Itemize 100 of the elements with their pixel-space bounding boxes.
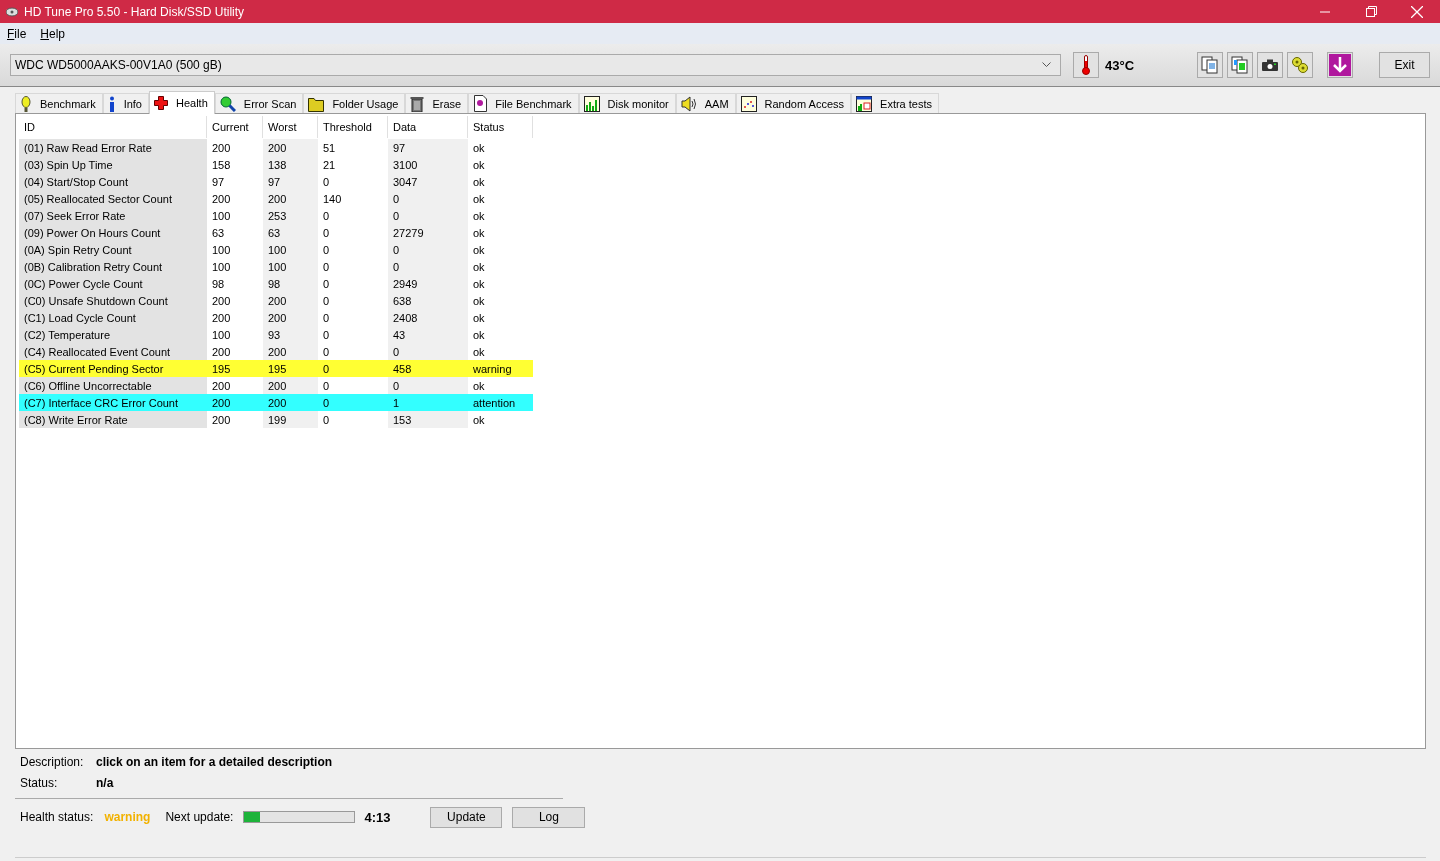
table-cell: (0A) Spin Retry Count — [19, 241, 207, 258]
table-cell: 98 — [263, 275, 318, 292]
table-cell: (C6) Offline Uncorrectable — [19, 377, 207, 394]
table-cell-text: 458 — [392, 361, 413, 377]
table-cell: 63 — [263, 224, 318, 241]
table-cell: 0 — [388, 241, 468, 258]
window-title: HD Tune Pro 5.50 - Hard Disk/SSD Utility — [24, 4, 246, 19]
thermometer-button[interactable] — [1073, 52, 1099, 78]
table-cell-text: 195 — [267, 361, 288, 377]
cross-icon — [154, 96, 168, 110]
camera-icon — [1262, 59, 1278, 71]
table-cell-text: 195 — [211, 361, 232, 377]
table-cell: (01) Raw Read Error Rate — [19, 139, 207, 156]
menu-item[interactable]: Help — [40, 26, 66, 41]
log-button[interactable]: Log — [512, 806, 586, 828]
restore-icon[interactable] — [1365, 6, 1377, 17]
table-cell: (0C) Power Cycle Count — [19, 275, 207, 292]
table-cell: (04) Start/Stop Count — [19, 173, 207, 190]
tab[interactable]: Random Access — [735, 93, 852, 113]
table-cell-text: (C7) Interface CRC Error Count — [23, 395, 180, 411]
status-value: n/a — [96, 775, 115, 792]
table-cell: (C4) Reallocated Event Count — [19, 343, 207, 360]
tab[interactable]: Health — [149, 91, 215, 114]
table-cell: (C0) Unsafe Shutdown Count — [19, 292, 207, 309]
drive-dropdown[interactable]: WDC WD5000AAKS-00V1A0 (500 gB) — [10, 54, 1061, 76]
tab[interactable]: Extra tests — [851, 93, 939, 113]
table-cell: 138 — [263, 156, 318, 173]
tab[interactable]: AAM — [675, 93, 736, 113]
health-status-value: warning — [104, 810, 151, 824]
exit-button[interactable]: Exit — [1379, 52, 1430, 78]
table-cell-text: 1 — [392, 395, 401, 411]
table-cell: 200 — [263, 309, 318, 326]
table-cell: 43 — [388, 326, 468, 343]
speaker-icon — [680, 95, 697, 112]
update-button[interactable]: Update — [430, 806, 503, 828]
tab[interactable]: Error Scan — [214, 93, 304, 113]
table-cell-text: 0 — [322, 361, 331, 377]
table-cell: 3047 — [388, 173, 468, 190]
table-cell: 638 — [388, 292, 468, 309]
table-cell-text: 200 — [267, 395, 288, 411]
tab[interactable]: Folder Usage — [303, 93, 406, 113]
table-cell: 100 — [263, 258, 318, 275]
next-update-label: Next update: — [165, 810, 234, 824]
table-cell: (07) Seek Error Rate — [19, 207, 207, 224]
tab[interactable]: Erase — [405, 93, 469, 113]
table-cell-text: warning — [472, 361, 513, 377]
table-cell: 0 — [388, 258, 468, 275]
table-cell: 3100 — [388, 156, 468, 173]
table-cell: (C2) Temperature — [19, 326, 207, 343]
tab[interactable]: File Benchmark — [468, 93, 579, 113]
table-cell: 0 — [388, 190, 468, 207]
table-cell: 200 — [263, 139, 318, 156]
description-text: click on an item for a detailed description — [96, 755, 334, 771]
arrow-down-icon — [1329, 54, 1351, 76]
trash-icon — [410, 95, 425, 112]
description-label: Description: — [20, 755, 85, 771]
thermometer-icon — [1082, 55, 1090, 75]
table-cell: (03) Spin Up Time — [19, 156, 207, 173]
screenshot-button[interactable] — [1257, 52, 1283, 78]
table-cell: (C1) Load Cycle Count — [19, 309, 207, 326]
chevron-down-icon — [1042, 62, 1051, 68]
close-icon[interactable] — [1411, 5, 1423, 18]
table-cell: 0 — [388, 343, 468, 360]
tab[interactable]: Benchmark — [15, 93, 103, 113]
status-label: Status: — [20, 775, 59, 792]
table-cell-text: attention — [472, 395, 517, 411]
table-cell: (09) Power On Hours Count — [19, 224, 207, 241]
options-button[interactable] — [1287, 52, 1313, 78]
table-cell: 199 — [263, 411, 318, 428]
temperature-reading: 43°C — [1105, 57, 1136, 73]
table-cell: 0 — [388, 207, 468, 224]
copy-icon — [1201, 56, 1219, 74]
table-cell: 27279 — [388, 224, 468, 241]
table-cell: (C8) Write Error Rate — [19, 411, 207, 428]
table-cell: (05) Reallocated Sector Count — [19, 190, 207, 207]
tab[interactable]: Disk monitor — [578, 93, 676, 113]
magnifier-icon — [219, 95, 236, 112]
table-cell-text: (C5) Current Pending Sector — [23, 361, 165, 377]
menu-item[interactable]: File — [7, 26, 27, 41]
table-cell: 200 — [263, 377, 318, 394]
bar-chart-icon — [583, 95, 600, 112]
table-cell: 93 — [263, 326, 318, 343]
table-cell: 97 — [263, 173, 318, 190]
table-cell: 200 — [263, 292, 318, 309]
table-cell: 2949 — [388, 275, 468, 292]
table-cell-text: 0 — [322, 395, 331, 411]
table-cell: 200 — [263, 190, 318, 207]
info-icon — [107, 95, 116, 112]
save-button[interactable] — [1327, 52, 1353, 78]
gears-icon — [1291, 56, 1309, 74]
table-cell: 2408 — [388, 309, 468, 326]
copy-image-icon — [1231, 56, 1249, 74]
table-cell: 0 — [388, 377, 468, 394]
table-cell: 200 — [263, 343, 318, 360]
table-cell: 253 — [263, 207, 318, 224]
table-cell-text: 200 — [211, 395, 232, 411]
copy-button[interactable] — [1197, 52, 1223, 78]
scatter-chart-icon — [740, 95, 757, 112]
table-cell: 100 — [263, 241, 318, 258]
tab[interactable]: Info — [102, 93, 149, 113]
